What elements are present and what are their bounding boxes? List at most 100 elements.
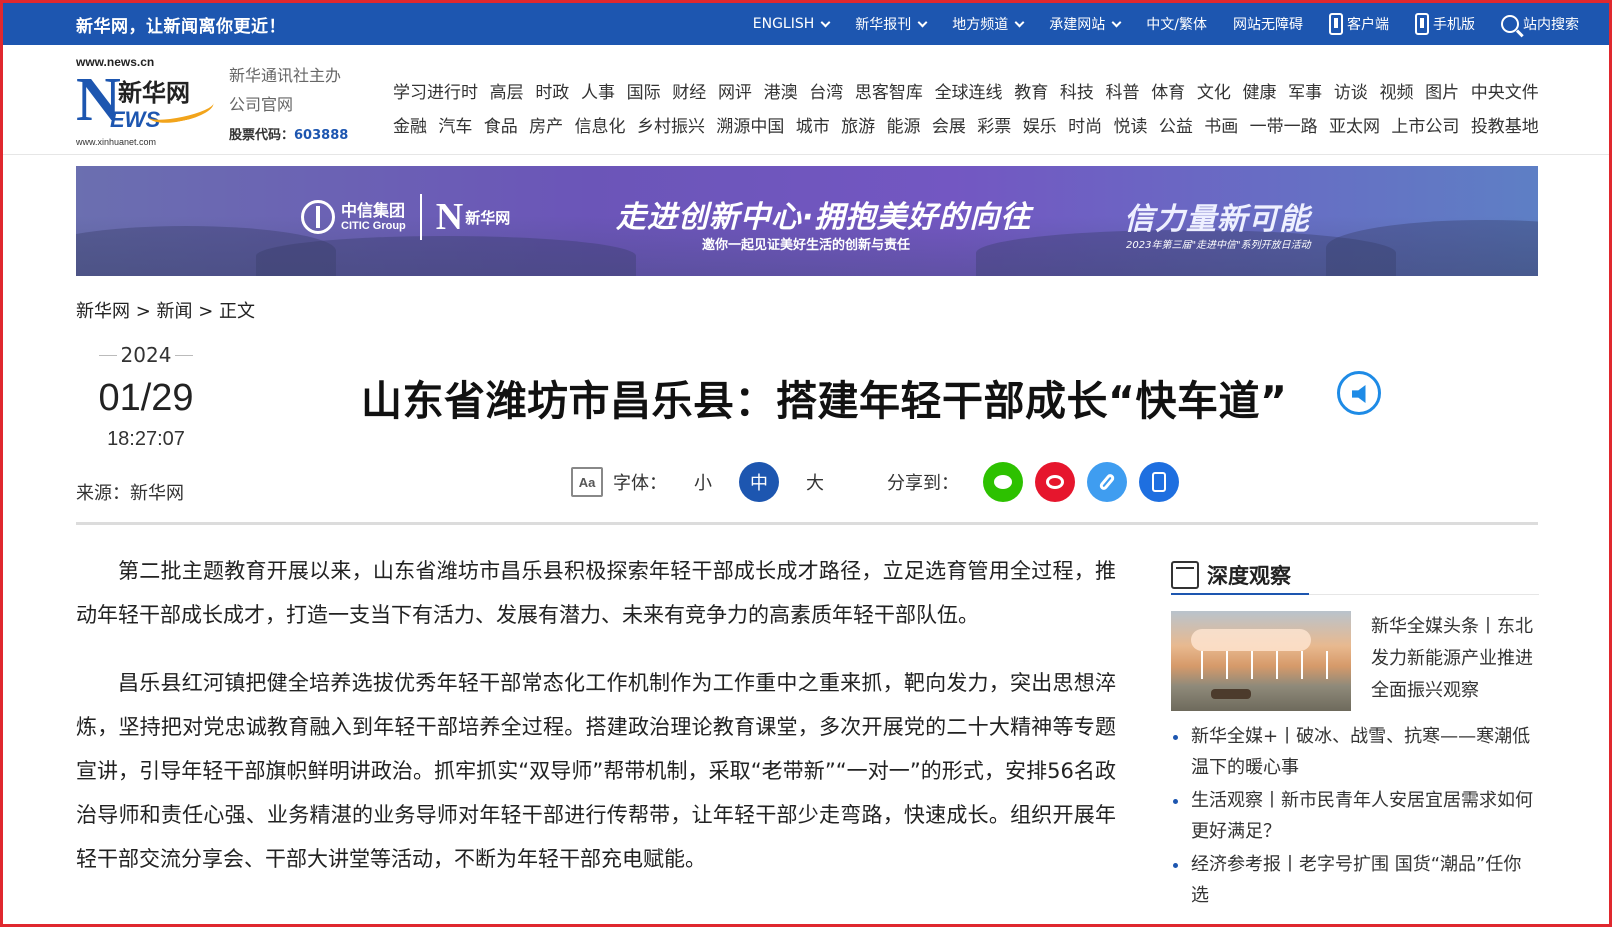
channel-link[interactable]: 能源 (887, 112, 921, 137)
channel-link[interactable]: 网评 (718, 78, 752, 103)
sidebar-header: 深度观察 (1171, 555, 1539, 595)
channel-link[interactable]: 健康 (1243, 78, 1277, 103)
channel-link[interactable]: 会展 (932, 112, 966, 137)
list-item-link[interactable]: 新华全媒+丨破冰、战雪、抗寒——寒潮低温下的暖心事 (1191, 726, 1530, 778)
nav-xinhua-newspapers-label: 新华报刊 (855, 17, 912, 33)
feature-headline[interactable]: 新华全媒头条丨东北发力新能源产业推进全面振兴观察 (1371, 611, 1539, 711)
feature-image-cloud (1191, 629, 1311, 651)
channel-link[interactable]: 图片 (1425, 78, 1459, 103)
channel-link[interactable]: 人事 (581, 78, 615, 103)
nav-simplified-traditional[interactable]: 中文/繁体 (1146, 14, 1207, 34)
channel-link[interactable]: 港澳 (764, 78, 798, 103)
window-icon (1171, 560, 1199, 589)
sidebar-list: 新华全媒+丨破冰、战雪、抗寒——寒潮低温下的暖心事 生活观察丨新市民青年人安居宜… (1171, 721, 1539, 911)
citic-en: CITIC Group (341, 220, 406, 232)
channel-link[interactable]: 中央文件 (1471, 78, 1539, 103)
channel-link[interactable]: 书画 (1204, 112, 1238, 137)
weibo-icon (1046, 475, 1064, 489)
channel-link[interactable]: 思客智库 (855, 78, 923, 103)
channel-link[interactable]: 科普 (1106, 78, 1140, 103)
top-bar: 新华网，让新闻离你更近！ ENGLISH 新华报刊 地方频道 承建网站 中文/繁… (3, 3, 1609, 45)
sidebar-feature[interactable]: 新华全媒头条丨东北发力新能源产业推进全面振兴观察 (1171, 611, 1539, 711)
list-item-link[interactable]: 经济参考报丨老字号扩围 国货“潮品”任你选 (1191, 854, 1521, 906)
citic-logo-icon (301, 200, 335, 234)
channel-link[interactable]: 房产 (529, 112, 563, 137)
search-icon (1501, 15, 1519, 33)
publish-year: 2024 (76, 343, 216, 367)
stock-code-link[interactable]: 603888 (294, 128, 348, 143)
nav-xinhua-newspapers[interactable]: 新华报刊 (855, 14, 928, 34)
top-nav: ENGLISH 新华报刊 地方频道 承建网站 中文/繁体 网站无障碍 客户端 手… (727, 3, 1579, 45)
sponsor-line2: 公司官网 (229, 95, 294, 114)
channel-link[interactable]: 悦读 (1113, 112, 1147, 137)
channel-link[interactable]: 彩票 (977, 112, 1011, 137)
nav-local-channels[interactable]: 地方频道 (952, 14, 1025, 34)
channel-link[interactable]: 金融 (393, 112, 427, 137)
channel-link[interactable]: 投教基地 (1471, 112, 1539, 137)
font-size-small[interactable]: 小 (683, 462, 723, 502)
channel-link[interactable]: 时尚 (1068, 112, 1102, 137)
nav-client-app[interactable]: 客户端 (1329, 13, 1389, 35)
channel-link[interactable]: 一带一路 (1250, 112, 1318, 137)
channel-link[interactable]: 教育 (1014, 78, 1048, 103)
channel-link[interactable]: 军事 (1288, 78, 1322, 103)
channel-link[interactable]: 旅游 (841, 112, 875, 137)
channel-link[interactable]: 国际 (627, 78, 661, 103)
nav-english[interactable]: ENGLISH (753, 16, 831, 32)
channel-link[interactable]: 信息化 (575, 112, 626, 137)
font-size-label: 字体： (613, 473, 667, 494)
wind-turbine (1326, 651, 1328, 679)
publish-date: 2024 01/29 18:27:07 (76, 343, 216, 451)
list-item[interactable]: 经济参考报丨老字号扩围 国货“潮品”任你选 (1171, 849, 1539, 911)
channel-link[interactable]: 娱乐 (1023, 112, 1057, 137)
share-weibo-button[interactable] (1035, 462, 1075, 502)
channel-link[interactable]: 乡村振兴 (637, 112, 705, 137)
channel-link[interactable]: 亚太网 (1329, 112, 1380, 137)
list-item[interactable]: 新华全媒+丨破冰、战雪、抗寒——寒潮低温下的暖心事 (1171, 721, 1539, 783)
banner-xinhua-n: N (435, 196, 464, 238)
banner-slogan-right: 信力量新可能 (1124, 202, 1310, 237)
share-link-button[interactable] (1087, 462, 1127, 502)
feature-image[interactable] (1171, 611, 1351, 711)
breadcrumb[interactable]: 新华网 > 新闻 > 正文 (76, 297, 255, 323)
channel-link[interactable]: 学习进行时 (393, 78, 478, 103)
share-mobile-button[interactable] (1139, 462, 1179, 502)
ad-banner[interactable]: 中信集团 CITIC Group N 新华网 走进创新中心·拥抱美好的向往 邀你… (76, 166, 1538, 276)
channel-link[interactable]: 财经 (672, 78, 706, 103)
xinhua-logo[interactable]: www.news.cn N EWS 新华网 www.xinhuanet.com (76, 55, 218, 147)
sponsor-line1: 新华通讯社主办 (229, 66, 342, 85)
font-size-medium[interactable]: 中 (739, 462, 779, 502)
phone-icon (1415, 13, 1429, 35)
sidebar-deep-observation: 深度观察 新华全媒头条丨东北发力新能源产业推进全面振兴观察 新华全媒+丨破冰、战… (1171, 555, 1539, 913)
channel-link[interactable]: 台湾 (809, 78, 843, 103)
channel-link[interactable]: 时政 (535, 78, 569, 103)
nav-hosted-sites-label: 承建网站 (1049, 17, 1106, 33)
channel-link[interactable]: 视频 (1379, 78, 1413, 103)
channel-link[interactable]: 汽车 (438, 112, 472, 137)
channel-link[interactable]: 溯源中国 (716, 112, 784, 137)
channel-link[interactable]: 体育 (1151, 78, 1185, 103)
channel-link[interactable]: 访谈 (1334, 78, 1368, 103)
nav-mobile-version[interactable]: 手机版 (1415, 13, 1475, 35)
channel-link[interactable]: 全球连线 (935, 78, 1003, 103)
channel-link[interactable]: 公益 (1159, 112, 1193, 137)
list-item[interactable]: 生活观察丨新市民青年人安居宜居需求如何更好满足？ (1171, 785, 1539, 847)
channel-link[interactable]: 文化 (1197, 78, 1231, 103)
publish-time: 18:27:07 (107, 428, 185, 450)
share-wechat-button[interactable] (983, 462, 1023, 502)
nav-hosted-sites[interactable]: 承建网站 (1049, 14, 1122, 34)
channel-link[interactable]: 高层 (490, 78, 524, 103)
font-size-large[interactable]: 大 (795, 462, 835, 502)
audio-play-button[interactable] (1337, 371, 1381, 415)
channel-link[interactable]: 食品 (484, 112, 518, 137)
list-item-link[interactable]: 生活观察丨新市民青年人安居宜居需求如何更好满足？ (1191, 790, 1533, 842)
channel-link[interactable]: 科技 (1060, 78, 1094, 103)
speaker-icon (1352, 385, 1366, 403)
wind-turbine (1251, 651, 1253, 679)
channel-link[interactable]: 上市公司 (1391, 112, 1459, 137)
citic-name: 中信集团 (341, 201, 406, 220)
channel-link[interactable]: 城市 (796, 112, 830, 137)
nav-accessibility[interactable]: 网站无障碍 (1233, 14, 1303, 34)
chevron-down-icon (1014, 17, 1025, 27)
nav-site-search[interactable]: 站内搜索 (1501, 14, 1579, 34)
